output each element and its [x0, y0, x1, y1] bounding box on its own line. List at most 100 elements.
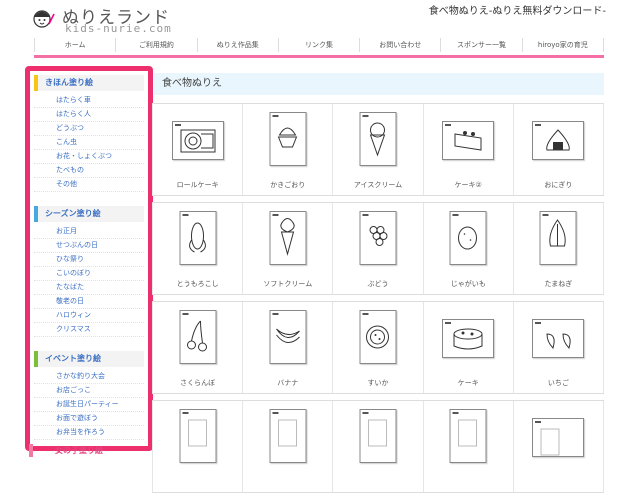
sidebar-item[interactable]: はたらく車: [34, 94, 144, 108]
card-label[interactable]: おにぎり: [514, 180, 603, 190]
card-label[interactable]: いちご: [514, 378, 603, 388]
coloring-card[interactable]: バナナ: [243, 302, 334, 393]
card-label[interactable]: かきごおり: [243, 180, 332, 190]
grid-row: さくらんぼ バナナ すいか ケーキ いちご: [152, 301, 605, 394]
coloring-card[interactable]: ぶどう: [333, 203, 424, 294]
content-title: 食べ物ぬりえ: [154, 73, 604, 95]
sidebar-section: シーズン塗り絵 お正月 せつぶんの日 ひな祭り こいのぼり たなばた 敬老の日 ハロウィン クリ…: [34, 206, 144, 337]
card-label[interactable]: すいか: [333, 378, 422, 388]
coloring-card[interactable]: [152, 401, 244, 492]
thumb-icon[interactable]: [449, 409, 487, 463]
card-label[interactable]: とうもろこし: [153, 279, 242, 289]
sidebar-item[interactable]: たなばた: [34, 281, 144, 295]
nav-terms[interactable]: ご利用規約: [116, 38, 198, 52]
grid-row: とうもろこし ソフトクリーム ぶどう じゃがいも たまねぎ: [152, 202, 605, 295]
coloring-card[interactable]: とうもろこし: [152, 203, 244, 294]
sidebar-item[interactable]: こん虫: [34, 136, 144, 150]
nav-home[interactable]: ホーム: [34, 38, 117, 52]
card-label[interactable]: ぶどう: [333, 279, 422, 289]
sidebar-item[interactable]: たべもの: [34, 164, 144, 178]
strawberry-icon[interactable]: [532, 319, 585, 358]
thumb-icon[interactable]: [179, 409, 217, 463]
nav-sponsors[interactable]: スポンサー一覧: [441, 38, 523, 52]
grid-row: [152, 400, 605, 493]
sidebar-item[interactable]: どうぶつ: [34, 122, 144, 136]
card-label[interactable]: アイスクリーム: [333, 180, 422, 190]
sidebar-item[interactable]: お店ごっこ: [34, 384, 144, 398]
nav-divider: [34, 55, 604, 58]
coloring-card[interactable]: いちご: [514, 302, 605, 393]
card-label[interactable]: じゃがいも: [424, 279, 513, 289]
sidebar-list: さかな釣り大会 お店ごっこ お誕生日パーティー お面で遊ぼう お弁当を作ろう: [34, 370, 144, 440]
watermelon-icon[interactable]: [359, 310, 397, 364]
sidebar-item[interactable]: ひな祭り: [34, 253, 144, 267]
coloring-card[interactable]: アイスクリーム: [333, 104, 424, 195]
card-label[interactable]: さくらんぼ: [153, 378, 242, 388]
card-label[interactable]: ソフトクリーム: [243, 279, 332, 289]
coloring-card[interactable]: ロールケーキ: [152, 104, 244, 195]
soft-serve-icon[interactable]: [269, 211, 307, 265]
card-label[interactable]: ケーキ②: [424, 180, 513, 190]
coloring-card[interactable]: さくらんぼ: [152, 302, 244, 393]
corn-icon[interactable]: [179, 211, 217, 265]
sidebar-item[interactable]: お誕生日パーティー: [34, 398, 144, 412]
thumb-icon[interactable]: [532, 418, 585, 457]
sidebar-list: お正月 せつぶんの日 ひな祭り こいのぼり たなばた 敬老の日 ハロウィン クリスマス: [34, 225, 144, 337]
card-label[interactable]: ケーキ: [424, 378, 513, 388]
coloring-card[interactable]: かきごおり: [243, 104, 334, 195]
cake-slice-icon[interactable]: [442, 121, 495, 160]
coloring-card[interactable]: ソフトクリーム: [243, 203, 334, 294]
sidebar-list: はたらく車 はたらく人 どうぶつ こん虫 お花・しょくぶつ たべもの その他: [34, 94, 144, 192]
sidebar-item[interactable]: ハロウィン: [34, 309, 144, 323]
potato-icon[interactable]: [449, 211, 487, 265]
cake-icon[interactable]: [442, 319, 495, 358]
sidebar-item[interactable]: お弁当を作ろう: [34, 426, 144, 440]
coloring-card[interactable]: ケーキ: [424, 302, 514, 393]
coloring-card[interactable]: [333, 401, 424, 492]
nav-blog[interactable]: hiroyo家の育児: [523, 38, 604, 52]
roll-cake-icon[interactable]: [171, 121, 224, 160]
sidebar-item[interactable]: せつぶんの日: [34, 239, 144, 253]
cherry-icon[interactable]: [179, 310, 217, 364]
page-heading: 食べ物ぬりえ-ぬりえ無料ダウンロード-: [428, 6, 606, 17]
coloring-grid: ロールケーキ かきごおり アイスクリーム ケーキ② おにぎりとうもろこし ソフトクリームぶ…: [152, 103, 605, 499]
card-label[interactable]: たまねぎ: [514, 279, 603, 289]
coloring-card[interactable]: [243, 401, 334, 492]
sidebar-item[interactable]: こいのぼり: [34, 267, 144, 281]
sidebar-item[interactable]: お面で遊ぼう: [34, 412, 144, 426]
nav-contact[interactable]: お問い合わせ: [360, 38, 442, 52]
sidebar-item[interactable]: クリスマス: [34, 323, 144, 337]
sidebar-item[interactable]: はたらく人: [34, 108, 144, 122]
banana-icon[interactable]: [269, 310, 307, 364]
nav-links[interactable]: リンク集: [279, 38, 361, 52]
coloring-card[interactable]: [514, 401, 605, 492]
coloring-card[interactable]: ケーキ②: [424, 104, 514, 195]
coloring-card[interactable]: すいか: [333, 302, 424, 393]
sidebar-section-title[interactable]: きほん塗り絵: [34, 75, 144, 91]
coloring-card[interactable]: おにぎり: [514, 104, 605, 195]
onion-icon[interactable]: [539, 211, 577, 265]
sidebar-item[interactable]: 敬老の日: [34, 295, 144, 309]
sidebar-item[interactable]: お花・しょくぶつ: [34, 150, 144, 164]
top-nav: ホーム ご利用規約 ぬりえ作品集 リンク集 お問い合わせ スポンサー一覧 hir…: [34, 38, 604, 52]
sidebar-section-title[interactable]: イベント塗り絵: [34, 351, 144, 367]
thumb-icon[interactable]: [269, 409, 307, 463]
card-label[interactable]: バナナ: [243, 378, 332, 388]
logo-icon[interactable]: [32, 6, 56, 30]
shaved-ice-icon[interactable]: [269, 112, 307, 166]
sidebar-item[interactable]: さかな釣り大会: [34, 370, 144, 384]
card-label[interactable]: ロールケーキ: [153, 180, 242, 190]
sidebar-item[interactable]: その他: [34, 178, 144, 192]
grapes-icon[interactable]: [359, 211, 397, 265]
coloring-card[interactable]: [424, 401, 514, 492]
nav-gallery[interactable]: ぬりえ作品集: [198, 38, 279, 52]
thumb-icon[interactable]: [359, 409, 397, 463]
sidebar: きほん塗り絵 はたらく車 はたらく人 どうぶつ こん虫 お花・しょくぶつ たべもの その他 シー…: [25, 66, 153, 451]
rice-ball-icon[interactable]: [532, 121, 585, 160]
sidebar-item[interactable]: お正月: [34, 225, 144, 239]
sidebar-section-girls[interactable]: 女の子塗り絵: [29, 444, 165, 457]
ice-cream-icon[interactable]: [359, 112, 397, 166]
coloring-card[interactable]: じゃがいも: [424, 203, 514, 294]
sidebar-section-title[interactable]: シーズン塗り絵: [34, 206, 144, 222]
coloring-card[interactable]: たまねぎ: [514, 203, 605, 294]
